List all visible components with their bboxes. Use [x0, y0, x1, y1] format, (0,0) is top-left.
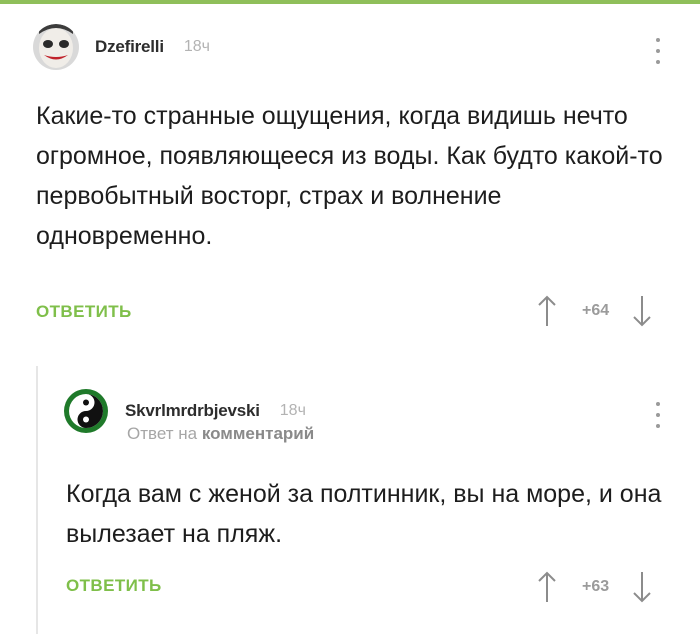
- reply-to-prefix: Ответ на: [127, 424, 198, 443]
- rating: +64: [582, 302, 610, 319]
- yin-yang-avatar-icon: [64, 389, 108, 433]
- upvote-arrow-icon[interactable]: [536, 294, 558, 328]
- avatar[interactable]: [33, 24, 79, 70]
- reply-button[interactable]: ОТВЕТИТЬ: [66, 576, 162, 596]
- reply-to-link[interactable]: комментарий: [202, 424, 314, 443]
- more-options-icon[interactable]: [655, 402, 661, 428]
- avatar[interactable]: [63, 388, 109, 434]
- username[interactable]: Skvrlmrdrbjevski: [125, 401, 260, 421]
- upvote-arrow-icon[interactable]: [536, 570, 558, 604]
- comment-text: Когда вам с женой за полтинник, вы на мо…: [66, 480, 662, 548]
- rating: +63: [582, 578, 610, 595]
- username[interactable]: Dzefirelli: [95, 37, 164, 57]
- downvote-arrow-icon[interactable]: [631, 570, 653, 604]
- comment-header: Dzefirelli 18ч: [33, 24, 210, 70]
- reply-comment: Skvrlmrdrbjevski 18ч Ответ на комментари…: [36, 366, 700, 634]
- comment: Dzefirelli 18ч Какие-то странные ощущени…: [0, 4, 700, 344]
- timestamp: 18ч: [279, 402, 306, 419]
- reply-to-line: Ответ на комментарий: [127, 424, 314, 444]
- timestamp: 18ч: [183, 38, 210, 55]
- joker-avatar-icon: [33, 24, 79, 70]
- downvote-arrow-icon[interactable]: [631, 294, 653, 328]
- reply-button[interactable]: ОТВЕТИТЬ: [36, 302, 132, 322]
- vote-controls: +64: [536, 294, 653, 328]
- comment-text: Какие-то странные ощущения, когда видишь…: [36, 102, 663, 250]
- vote-controls: +63: [536, 570, 653, 604]
- more-options-icon[interactable]: [655, 38, 661, 64]
